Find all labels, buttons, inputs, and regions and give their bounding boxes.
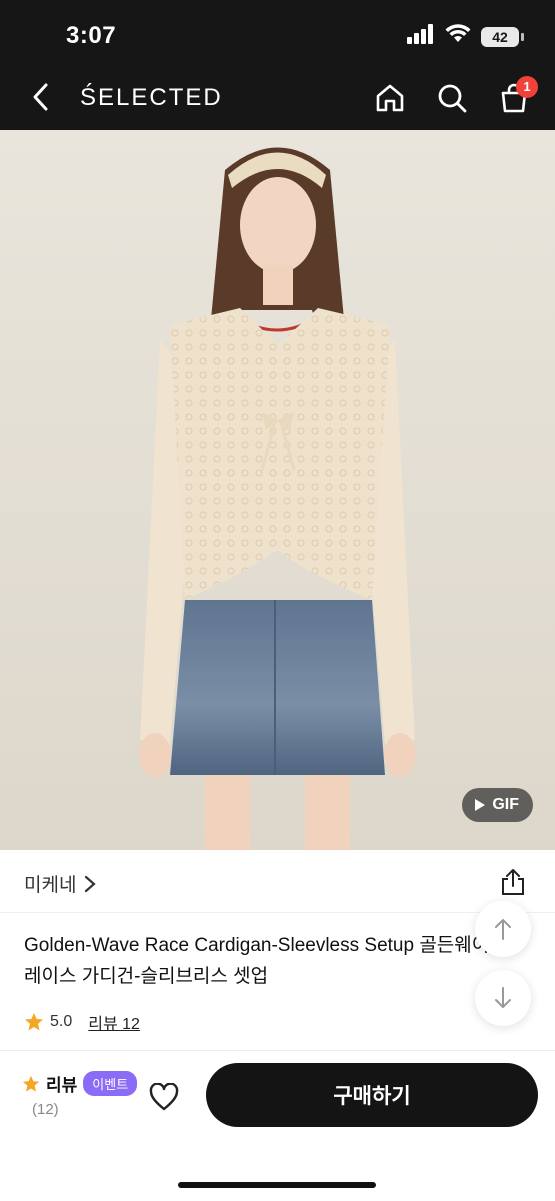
home-button[interactable] [370, 78, 410, 118]
arrow-down-icon [495, 987, 511, 1008]
top-bar: 3:07 42 ŚELECTED 1 [0, 0, 555, 130]
product-image[interactable]: GIF [0, 130, 555, 850]
store-row: 미케네 [0, 850, 555, 913]
review-label: 리뷰 [46, 1076, 78, 1095]
status-icons: 42 [407, 24, 524, 49]
cart-button[interactable]: 1 [494, 76, 538, 118]
brand-title: ŚELECTED [80, 84, 223, 111]
store-link[interactable]: 미케네 [24, 870, 97, 897]
product-photo [0, 130, 555, 850]
back-icon [33, 83, 48, 111]
battery-icon: 42 [481, 26, 524, 47]
search-icon [438, 84, 467, 113]
bottom-action-bar: 리뷰 이벤트 (12) 구매하기 [0, 1050, 555, 1201]
play-icon [475, 799, 486, 811]
heart-icon [149, 1083, 179, 1111]
review-count: (12) [32, 1101, 59, 1118]
product-title: Golden-Wave Race Cardigan-Sleevless Setu… [24, 935, 507, 987]
scroll-down-button[interactable] [475, 970, 531, 1026]
star-icon [25, 1013, 43, 1031]
buy-button[interactable]: 구매하기 [206, 1063, 538, 1127]
signal-icon [407, 24, 435, 49]
store-name: 미케네 [24, 875, 77, 896]
like-button[interactable] [146, 1079, 182, 1115]
share-icon [502, 869, 524, 895]
home-icon [376, 84, 404, 112]
rating-value: 5.0 [50, 1013, 73, 1030]
cart-count-badge: 1 [516, 76, 538, 98]
share-button[interactable] [497, 866, 529, 898]
status-time: 3:07 [66, 22, 117, 49]
arrow-up-icon [495, 919, 511, 940]
home-indicator[interactable] [178, 1182, 376, 1188]
review-link[interactable]: 리뷰 12 [88, 1010, 140, 1034]
rating-row: 5.0 리뷰 12 [24, 1010, 140, 1034]
search-button[interactable] [432, 78, 472, 118]
back-button[interactable] [24, 80, 58, 114]
review-summary[interactable]: 리뷰 이벤트 [22, 1071, 138, 1096]
nav-bar: ŚELECTED 1 [0, 70, 555, 126]
gif-badge[interactable]: GIF [462, 788, 533, 822]
star-icon [22, 1075, 40, 1092]
scroll-up-button[interactable] [475, 901, 531, 957]
wifi-icon [445, 24, 471, 49]
gif-label: GIF [492, 796, 519, 813]
event-badge: 이벤트 [83, 1071, 138, 1096]
chevron-right-icon [85, 875, 97, 892]
